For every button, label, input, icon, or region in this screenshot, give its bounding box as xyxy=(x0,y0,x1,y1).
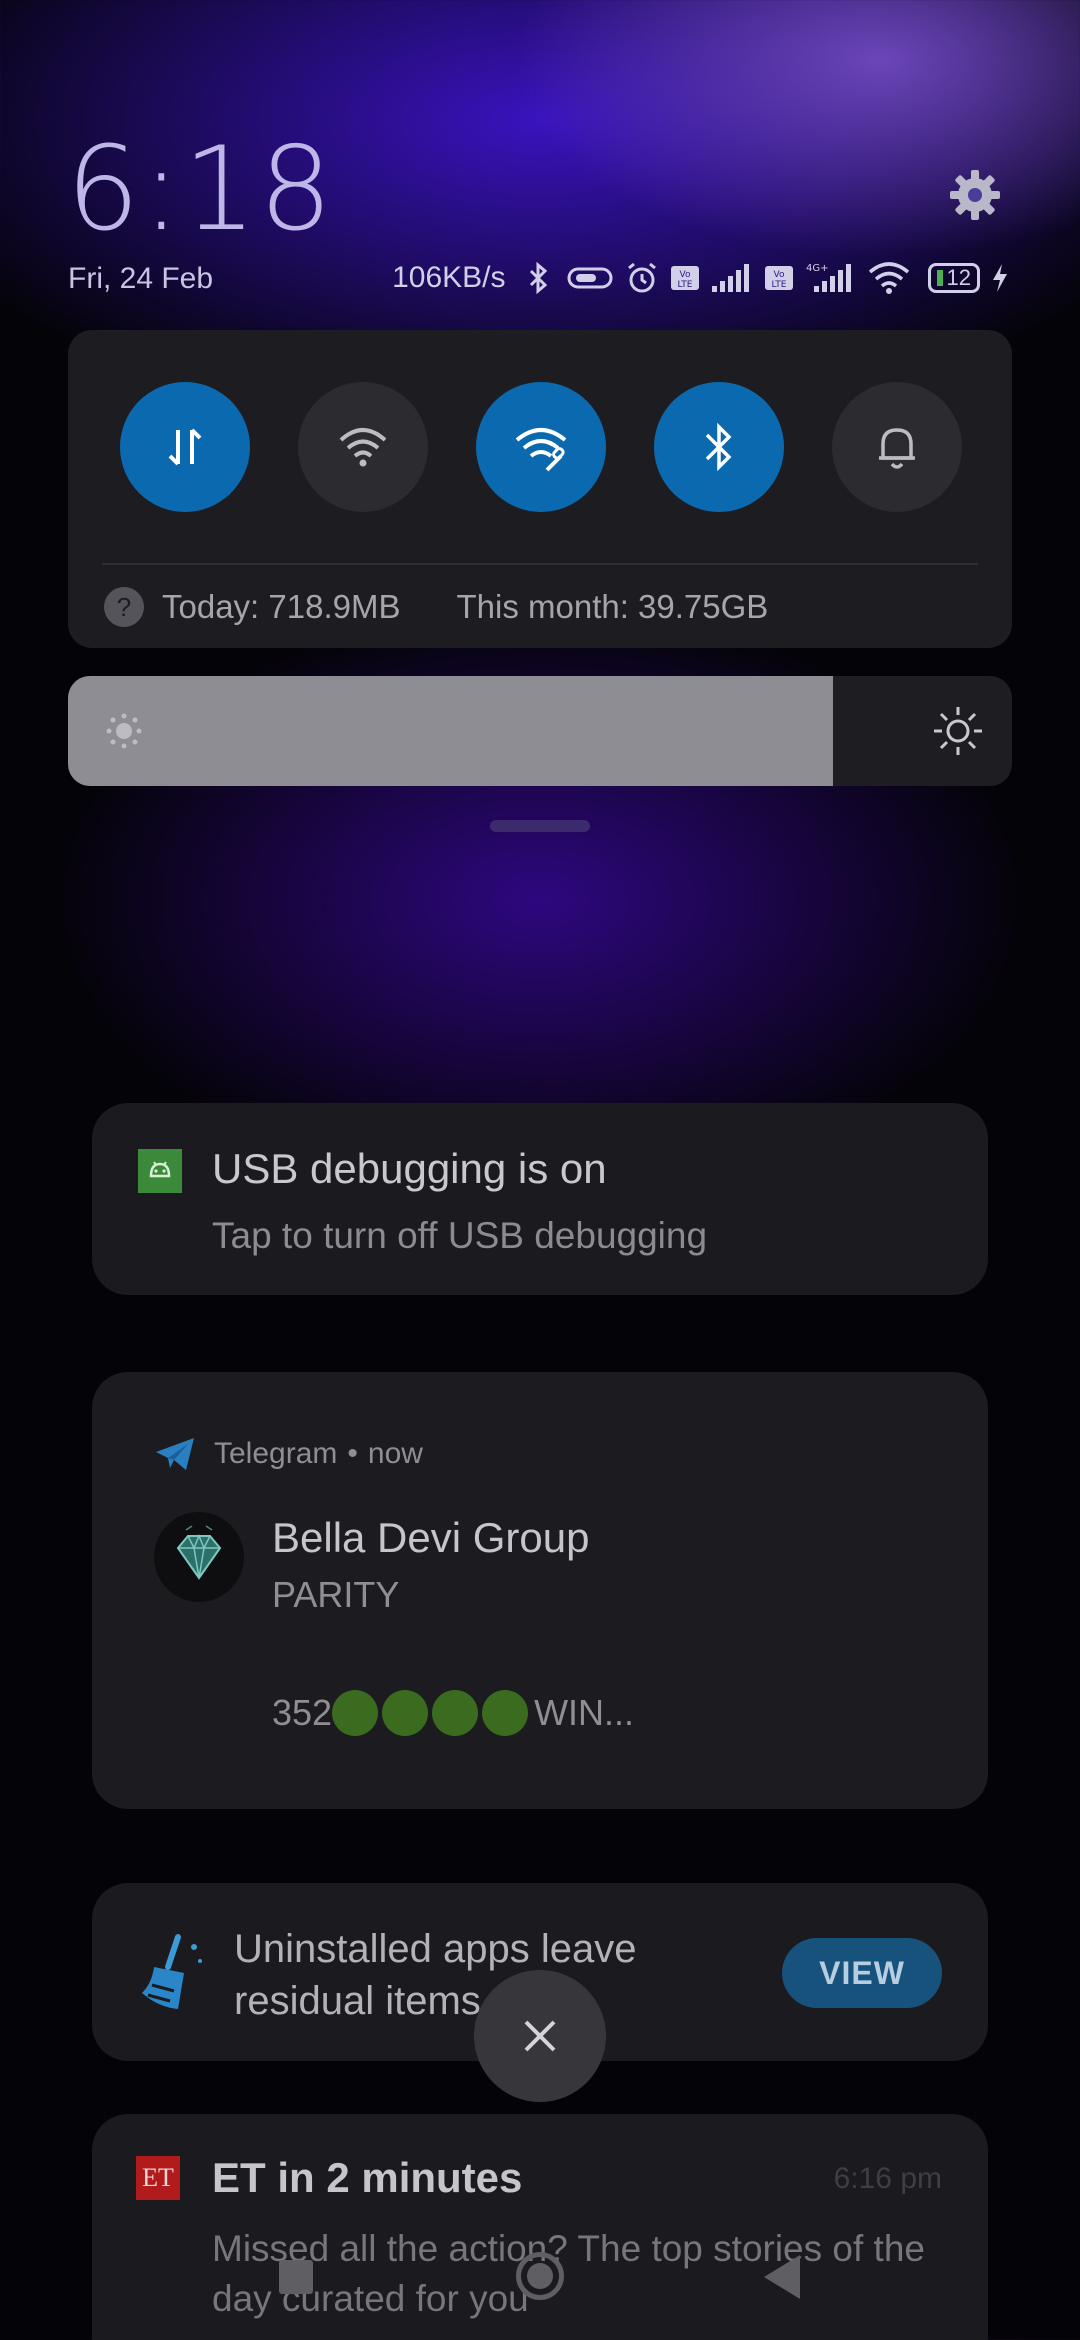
android-debug-icon xyxy=(138,1149,182,1193)
et-title: ET in 2 minutes xyxy=(212,2154,523,2201)
charging-icon xyxy=(993,264,1007,292)
signal-icon xyxy=(711,264,749,292)
clock[interactable]: 6:18 xyxy=(66,122,335,257)
date[interactable]: Fri, 24 Feb xyxy=(68,262,213,296)
et-logo: ET xyxy=(136,2156,180,2200)
status-bar: 106KB/s Vo LTE Vo LTE 4G+ 12 xyxy=(392,258,1010,298)
volte-icon: VoLTE xyxy=(670,266,699,290)
svg-text:Vo: Vo xyxy=(773,270,784,280)
qs-divider xyxy=(102,563,978,565)
bluetooth-toggle[interactable] xyxy=(654,382,784,512)
volte-icon: VoLTE xyxy=(764,266,793,290)
telegram-header: Telegram • now xyxy=(154,1436,423,1472)
vpn-key-icon xyxy=(567,267,613,289)
telegram-message: 352 WIN... xyxy=(272,1690,634,1736)
usb-notification-text: Tap to turn off USB debugging xyxy=(212,1215,708,1256)
svg-text:LTE: LTE xyxy=(677,280,692,290)
usage-month: This month: 39.75GB xyxy=(456,588,769,625)
usage-today: Today: 718.9MB xyxy=(162,588,401,625)
header-separator: • xyxy=(347,1437,358,1470)
bluetooth-icon xyxy=(529,261,547,295)
svg-text:Vo: Vo xyxy=(679,270,690,280)
settings-gear-icon[interactable] xyxy=(947,167,1003,223)
brightness-low-icon xyxy=(106,713,142,749)
home-button[interactable] xyxy=(516,2252,564,2300)
telegram-app-name: Telegram xyxy=(214,1437,338,1470)
ringer-toggle[interactable] xyxy=(832,382,962,512)
broom-icon xyxy=(142,1934,202,2009)
navigation-bar xyxy=(0,2210,1080,2340)
hotspot-toggle[interactable] xyxy=(476,382,606,512)
green-circle-icon xyxy=(382,1690,429,1736)
telegram-subtitle: PARITY xyxy=(272,1574,400,1615)
wifi-link-icon xyxy=(515,428,567,472)
green-circle-icon xyxy=(432,1690,479,1736)
clear-all-button[interactable] xyxy=(474,1970,606,2102)
data-transfer-icon xyxy=(168,428,202,466)
cleaner-text: Uninstalled apps leave residual items xyxy=(234,1927,637,2023)
brightness-high-icon xyxy=(934,707,982,755)
bluetooth-icon xyxy=(705,422,732,472)
brightness-slider[interactable] xyxy=(68,676,1012,786)
green-circle-icon xyxy=(482,1690,529,1736)
brightness-fill xyxy=(68,676,833,786)
svg-text:4G+: 4G+ xyxy=(806,263,829,274)
data-usage[interactable]: ? Today: 718.9MB This month: 39.75GB xyxy=(104,582,768,632)
et-time: 6:16 pm xyxy=(833,2162,942,2195)
wifi-icon xyxy=(339,428,387,467)
usb-debugging-notification[interactable]: USB debugging is on Tap to turn off USB … xyxy=(92,1103,988,1295)
telegram-notification[interactable]: Telegram • now Bella Devi Group PARITY 3… xyxy=(92,1372,988,1809)
alarm-icon xyxy=(627,262,656,293)
diamond-icon xyxy=(176,1525,222,1580)
4g-signal-icon: 4G+ xyxy=(806,263,851,292)
view-button[interactable]: VIEW xyxy=(782,1938,942,2008)
wifi-toggle[interactable] xyxy=(298,382,428,512)
close-icon xyxy=(524,2020,556,2052)
usb-notification-title: USB debugging is on xyxy=(212,1145,607,1192)
message-prefix: 352 xyxy=(272,1692,333,1733)
mobile-data-toggle[interactable] xyxy=(120,382,250,512)
telegram-chat-title: Bella Devi Group xyxy=(272,1514,590,1561)
bell-icon xyxy=(879,428,915,469)
network-speed: 106KB/s xyxy=(392,261,506,294)
recents-button[interactable] xyxy=(279,2260,313,2294)
green-circle-icon xyxy=(332,1690,379,1736)
message-suffix: WIN... xyxy=(534,1692,635,1733)
wifi-icon xyxy=(868,262,909,294)
quick-settings-card: ? Today: 718.9MB This month: 39.75GB xyxy=(68,330,1012,648)
shade-drag-handle[interactable] xyxy=(490,820,590,832)
svg-text:LTE: LTE xyxy=(771,280,786,290)
help-icon: ? xyxy=(104,587,144,627)
battery-level: 12 xyxy=(946,265,971,290)
group-avatar xyxy=(154,1512,244,1602)
telegram-icon xyxy=(156,1438,194,1470)
battery-icon: 12 xyxy=(927,263,980,293)
back-button[interactable] xyxy=(764,2255,800,2299)
telegram-time: now xyxy=(367,1437,423,1470)
